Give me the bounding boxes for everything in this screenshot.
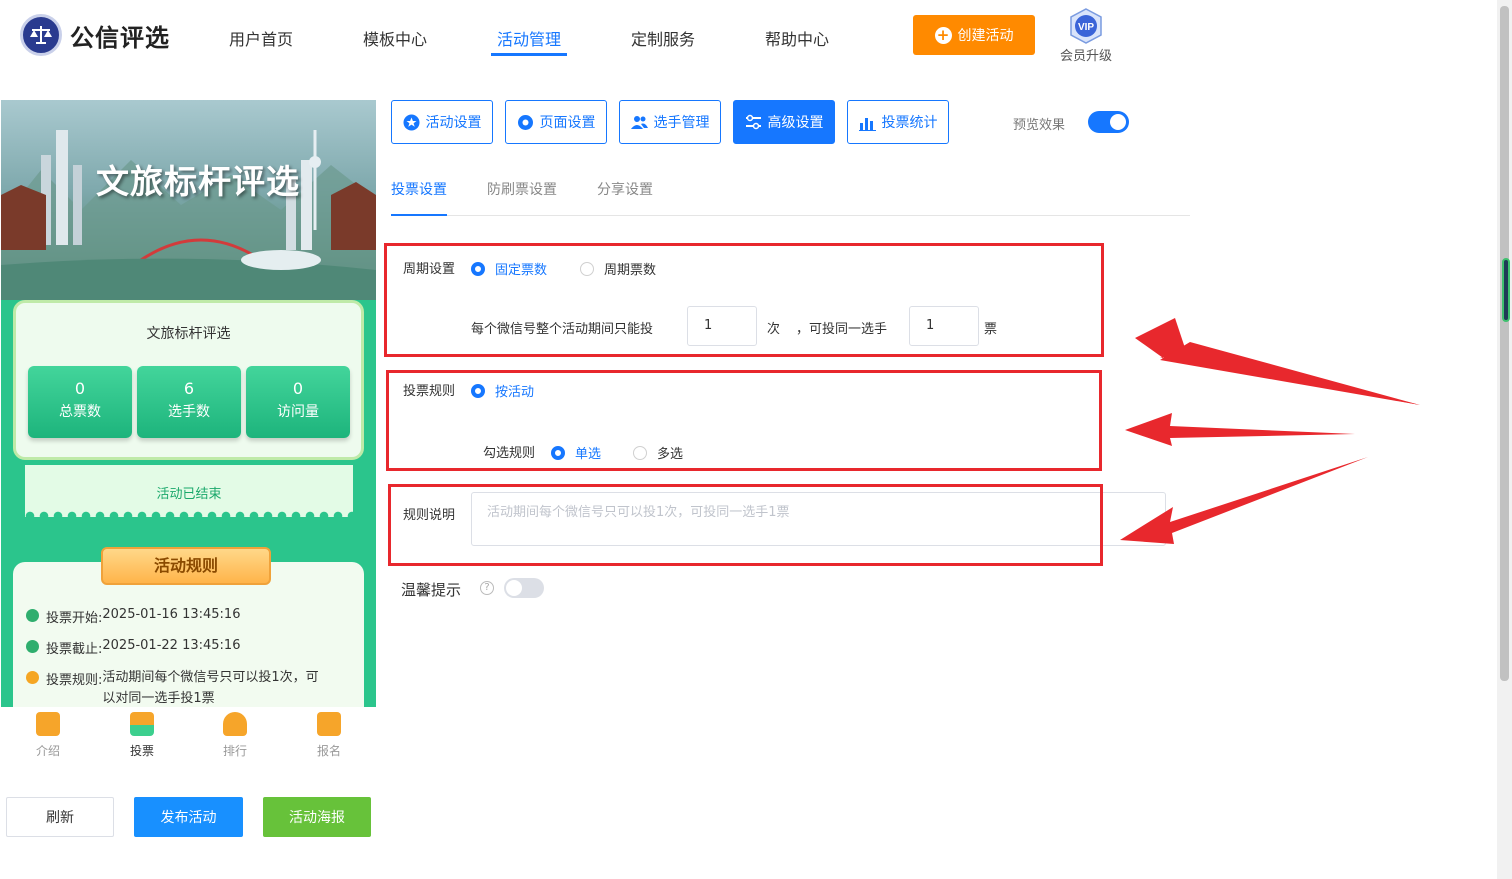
floating-scroll-widget[interactable]: [1502, 258, 1510, 322]
tab-label: 选手管理: [653, 115, 710, 131]
banner-image: 文旅标杆评选: [1, 100, 376, 300]
arrow-3: [1120, 457, 1368, 544]
publish-activity-button[interactable]: 发布活动: [134, 797, 243, 837]
nav-activity-management[interactable]: 活动管理: [497, 26, 561, 50]
stat-contestants: 6 选手数: [137, 366, 241, 438]
scales-logo-icon: [20, 14, 62, 56]
stat-value: 0: [292, 379, 304, 398]
nav-help-center[interactable]: 帮助中心: [765, 26, 829, 50]
help-icon[interactable]: ?: [480, 581, 494, 595]
bottom-nav-label: 排行: [222, 744, 247, 758]
tab-label: 活动设置: [425, 115, 482, 131]
toggle-knob: [1110, 114, 1126, 130]
rule-value: 活动期间每个微信号只可以投1次，可 以对同一选手投1票: [102, 667, 337, 707]
vip-upgrade-label[interactable]: 会员升级: [1060, 45, 1112, 64]
bottom-nav-label: 介绍: [35, 744, 60, 758]
logo[interactable]: 公信评选: [20, 14, 170, 56]
users-icon: [630, 115, 648, 129]
stat-label: 选手数: [168, 404, 210, 420]
annotation-box-cycle: [384, 243, 1104, 357]
bottom-nav-signup[interactable]: 报名: [309, 712, 349, 759]
tips-toggle[interactable]: [504, 578, 544, 598]
bottom-nav-label: 投票: [129, 744, 154, 758]
clock-icon: [26, 609, 39, 622]
activity-status: 活动已结束: [156, 487, 222, 502]
vip-badge-text: VIP: [1078, 22, 1094, 33]
nav-template-center[interactable]: 模板中心: [363, 26, 427, 50]
activity-status-strip: 活动已结束: [25, 465, 353, 517]
tips-label: 温馨提示: [401, 581, 462, 599]
stat-visits: 0 访问量: [246, 366, 350, 438]
create-activity-button[interactable]: + 创建活动: [913, 15, 1035, 55]
subtab-anti-fraud-settings[interactable]: 防刷票设置: [487, 179, 557, 199]
stat-value: 0: [74, 379, 86, 398]
toggle-knob: [506, 580, 522, 596]
bottom-nav-vote[interactable]: 投票: [122, 712, 162, 759]
bottom-nav-intro[interactable]: 介绍: [28, 712, 68, 759]
settings-sliders-icon: [745, 114, 761, 129]
rule-value-line2: 以对同一选手投1票: [102, 691, 215, 706]
rule-label: 投票规则:: [46, 673, 103, 688]
tab-advanced-settings[interactable]: 高级设置: [733, 100, 835, 144]
plus-icon: +: [934, 26, 952, 44]
activity-summary-card: 文旅标杆评选 0 总票数 6 选手数 0 访问量: [13, 300, 364, 460]
tab-vote-statistics[interactable]: 投票统计: [847, 100, 949, 144]
bottom-nav-ranking[interactable]: 排行: [215, 712, 255, 759]
rule-value: 2025-01-22 13:45:16: [102, 638, 241, 653]
nav-custom-service[interactable]: 定制服务: [631, 26, 695, 50]
stat-label: 访问量: [277, 404, 319, 420]
rule-label: 投票截止:: [46, 642, 103, 657]
stat-label: 总票数: [59, 404, 101, 420]
preview-effect-toggle[interactable]: [1088, 111, 1129, 133]
rule-end-time: 投票截止: 2025-01-22 13:45:16: [26, 638, 240, 657]
gear-icon: [517, 114, 533, 130]
nav-active-indicator: [491, 53, 567, 56]
subtab-divider: [391, 215, 1190, 216]
stat-value: 6: [183, 379, 195, 398]
bar-chart-icon: [858, 117, 876, 131]
ticket-edge-decoration: [25, 511, 353, 521]
arrow-1-shaft: [1160, 342, 1420, 405]
rule-vote-rule: 投票规则: 活动期间每个微信号只可以投1次，可 以对同一选手投1票: [26, 669, 337, 707]
rules-title-ribbon: 活动规则: [101, 547, 271, 585]
rule-start-time: 投票开始: 2025-01-16 13:45:16: [26, 607, 240, 626]
top-header: 公信评选 用户首页 模板中心 活动管理 定制服务 帮助中心 + 创建活动 VIP…: [0, 0, 1497, 72]
preview-effect-label: 预览效果: [1013, 118, 1066, 133]
activity-poster-button[interactable]: 活动海报: [263, 797, 371, 837]
banner-title: 文旅标杆评选: [96, 162, 300, 201]
star-circle-icon: [403, 114, 419, 130]
arrow-2: [1125, 413, 1355, 446]
annotation-arrows: [1120, 318, 1420, 544]
tab-page-settings[interactable]: 页面设置: [505, 100, 607, 144]
subtab-active-indicator: [391, 214, 447, 216]
logo-text: 公信评选: [70, 23, 170, 52]
tab-contestant-management[interactable]: 选手管理: [619, 100, 721, 144]
clock-icon: [26, 640, 39, 653]
vote-box-icon: [130, 712, 154, 736]
tab-label: 投票统计: [881, 115, 938, 131]
refresh-button[interactable]: 刷新: [6, 797, 114, 837]
tab-label: 高级设置: [767, 115, 824, 131]
activity-name: 文旅标杆评选: [146, 326, 231, 342]
rule-value: 2025-01-16 13:45:16: [102, 607, 241, 622]
stat-total-votes: 0 总票数: [28, 366, 132, 438]
subtab-vote-settings[interactable]: 投票设置: [391, 179, 447, 199]
rule-value-line1: 活动期间每个微信号只可以投1次，可: [102, 670, 319, 685]
tab-label: 页面设置: [539, 115, 596, 131]
mobile-preview: 文旅标杆评选 文旅标杆评选 0 总票数 6 选手数 0 访问量 活动已结束 活动…: [1, 100, 376, 707]
create-activity-label: 创建活动: [957, 28, 1014, 44]
vip-badge-icon[interactable]: VIP: [1068, 8, 1104, 44]
bottom-nav-label: 报名: [316, 744, 341, 758]
trophy-icon: [223, 712, 247, 736]
annotation-box-vote-rule: [386, 370, 1102, 471]
edit-form-icon: [317, 712, 341, 736]
tab-activity-settings[interactable]: 活动设置: [391, 100, 493, 144]
annotation-box-description: [388, 484, 1103, 566]
scrollbar-thumb[interactable]: [1500, 6, 1509, 681]
subtab-share-settings[interactable]: 分享设置: [597, 179, 653, 199]
info-icon: [26, 671, 39, 684]
nav-user-home[interactable]: 用户首页: [229, 26, 293, 50]
rule-label: 投票开始:: [46, 611, 103, 626]
document-icon: [36, 712, 60, 736]
